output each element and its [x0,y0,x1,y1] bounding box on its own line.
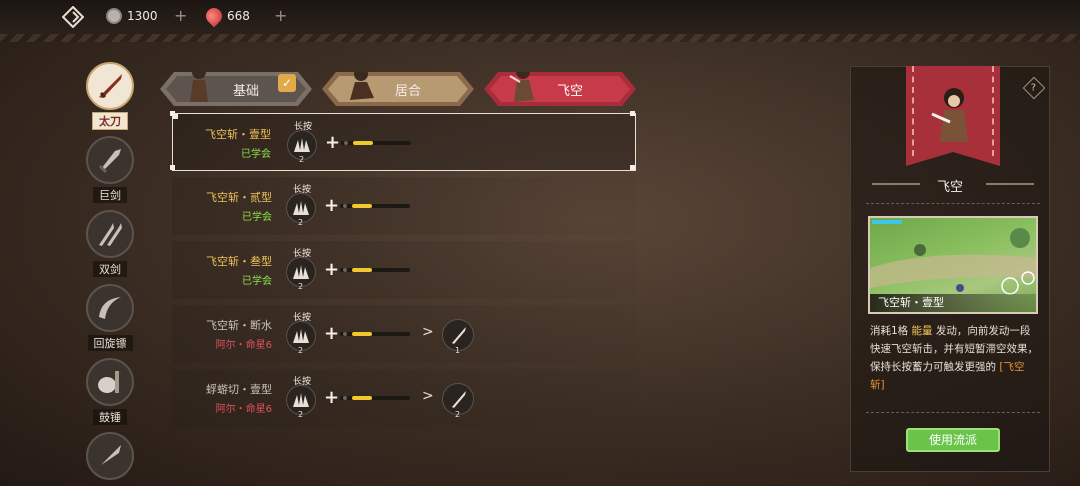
energy-fill [353,141,373,145]
currency-crystal: 668 [202,4,250,28]
coin-icon [106,8,122,24]
dual-blades-icon [86,210,134,258]
decorative-border [0,34,1080,42]
skill-status: 阿尔・命星6 [215,340,272,351]
energy-dot [343,396,347,400]
character-portrait-icon [346,62,376,102]
divider [866,203,1040,204]
weapon-label: 太刀 [92,112,128,130]
crystal-value: 668 [227,9,250,23]
skill-name: 飞空斩・断水 [206,319,272,332]
divider [866,412,1040,413]
energy-fill [352,268,372,272]
then-arrow-icon: > [422,388,434,404]
plus-icon: + [324,259,340,280]
extra-count: 1 [455,346,461,355]
add-crystal-button[interactable]: + [274,6,287,25]
tab-label: 居合 [394,83,421,99]
weapon-dual-blades[interactable]: 双剑 [84,210,136,277]
title-ornament-right [986,183,1034,185]
drum-hammer-icon [86,358,134,406]
weapon-greatsword[interactable]: 巨剑 [84,136,136,203]
style-description: 消耗1格 能量 发动，向前发动一段快速飞空斩击，并有短暂滞空效果，保持长按蓄力可… [870,322,1038,394]
spear-icon [86,432,134,480]
energy-fill [352,204,372,208]
skill-row[interactable]: 飞空斩・叁型 已学会 长按 2 + [172,241,636,299]
skill-name: 飞空斩・叁型 [206,255,272,268]
plus-icon: + [324,323,340,344]
weapon-katana[interactable]: 太刀 [84,62,136,130]
energy-fill [352,396,372,400]
then-arrow-icon: > [422,324,434,340]
skill-status: 阿尔・命星6 [215,404,272,415]
energy-dot [343,204,347,208]
plus-icon: + [324,387,340,408]
weapon-drum-hammer[interactable]: 鼓锤 [84,358,136,425]
use-style-button[interactable]: 使用流派 [906,428,1000,452]
input-count: 2 [298,282,304,291]
equipped-check-icon: ✓ [278,74,296,92]
skill-row[interactable]: 飞空斩・壹型 已学会 长按 2 + [170,111,636,171]
desc-energy-keyword: 能量 [911,325,933,337]
character-portrait-icon [508,62,538,102]
input-count: 2 [298,410,304,419]
skill-name: 飞空斩・贰型 [206,191,272,204]
energy-dot [343,332,347,336]
weapon-label: 巨剑 [93,187,127,203]
skill-row[interactable]: 飞空斩・贰型 已学会 长按 2 + [172,177,636,235]
tab-label: 基础 [232,83,259,99]
input-count: 2 [298,218,304,227]
energy-bar [340,332,410,336]
skill-preview-video[interactable]: 飞空斩・壹型 [868,216,1038,314]
energy-bar [340,396,410,400]
top-bar: 1300 + 668 + [0,0,1080,34]
boomerang-icon [86,284,134,332]
plus-icon: + [325,132,341,153]
weapon-label: 鼓锤 [93,409,127,425]
skill-name: 飞空斩・壹型 [205,128,271,141]
energy-dot [343,268,347,272]
currency-coin: 1300 [106,8,158,24]
skill-status: 已学会 [242,276,272,287]
add-coin-button[interactable]: + [174,6,187,25]
character-art-icon [931,88,968,142]
style-banner [906,66,1000,166]
skill-row[interactable]: 蜉蝣切・壹型 阿尔・命星6 长按 2 + >2 [172,369,636,427]
energy-bar [340,204,410,208]
energy-bar [340,268,410,272]
crystal-icon [202,4,226,28]
weapon-boomerang[interactable]: 回旋镖 [84,284,136,351]
skill-row[interactable]: 飞空斩・断水 阿尔・命星6 长按 2 + >1 [172,305,636,363]
coin-value: 1300 [127,9,158,23]
skill-name: 蜉蝣切・壹型 [206,383,272,396]
tab-iai[interactable]: 居合 [322,72,474,106]
weapon-next[interactable] [84,432,136,480]
tab-flying[interactable]: 飞空 [484,72,636,106]
style-title: 飞空 [936,180,963,195]
help-icon-glyph: ? [1031,82,1037,94]
plus-icon: + [324,195,340,216]
energy-fill [352,332,372,336]
character-portrait-icon [184,62,214,102]
skill-status: 已学会 [241,149,271,160]
katana-icon [86,62,134,110]
skill-status: 已学会 [242,212,272,223]
tab-label: 飞空 [556,83,583,99]
weapon-label: 回旋镖 [87,335,133,351]
input-count: 2 [298,346,304,355]
weapon-label: 双剑 [93,261,127,277]
desc-text: 消耗1格 [870,325,909,337]
energy-bar [341,141,411,145]
greatsword-icon [86,136,134,184]
extra-count: 2 [455,410,461,419]
home-icon[interactable] [62,6,84,28]
preview-caption: 飞空斩・壹型 [870,294,1036,312]
energy-dot [344,141,348,145]
input-count: 2 [299,155,305,164]
